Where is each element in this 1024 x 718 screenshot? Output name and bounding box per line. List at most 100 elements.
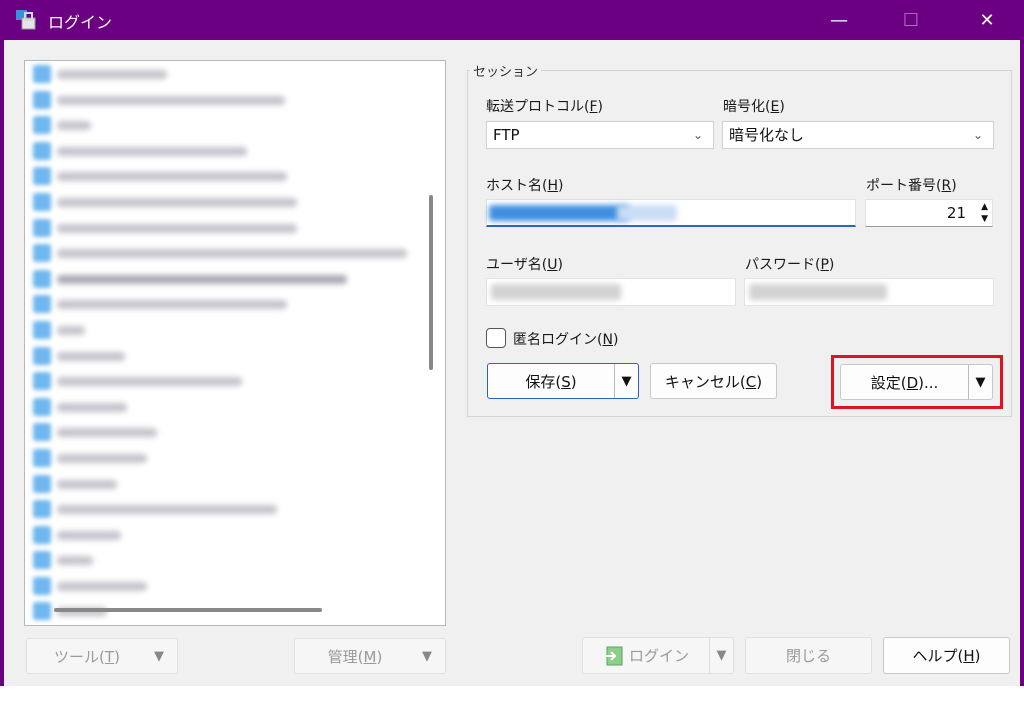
anonymous-login-checkbox[interactable] (486, 328, 506, 348)
tree-item[interactable] (25, 163, 445, 189)
tree-item[interactable] (25, 522, 445, 548)
tree-item[interactable] (25, 138, 445, 164)
anonymous-login-label[interactable]: 匿名ログイン(N) (513, 329, 618, 349)
username-input[interactable] (486, 278, 736, 306)
tree-item[interactable] (25, 419, 445, 445)
dropdown-arrow-icon: ▼ (709, 638, 733, 673)
tree-item[interactable] (25, 240, 445, 266)
tree-item[interactable] (25, 573, 445, 599)
tree-item[interactable] (25, 394, 445, 420)
maximize-button: ☐ (888, 0, 934, 40)
tree-item[interactable] (25, 61, 445, 87)
tree-horizontal-scrollbar[interactable] (54, 608, 322, 612)
save-label-text: 保存( (525, 372, 562, 391)
tree-item[interactable] (25, 112, 445, 138)
manage-label-text: 管理( (327, 647, 364, 666)
blurred-site-name (57, 223, 297, 233)
minimize-icon: — (830, 9, 848, 31)
username-label-text: ユーザ名( (486, 257, 548, 273)
site-icon (33, 423, 51, 442)
cancel-button[interactable]: キャンセル(C) (650, 363, 777, 399)
tree-item-selected[interactable] (25, 266, 445, 292)
cancel-label: キャンセル(C) (665, 371, 762, 392)
help-label-text: ヘルプ( (912, 647, 964, 665)
site-tree[interactable] (24, 60, 446, 626)
title-bar[interactable]: ログイン — ☐ ✕ (0, 0, 1024, 40)
help-label-close: ) (974, 647, 981, 665)
login-label: ログイン (628, 647, 689, 665)
tree-item[interactable] (25, 445, 445, 471)
blurred-site-name (57, 402, 127, 412)
tree-item[interactable] (25, 87, 445, 113)
tree-item[interactable] (25, 471, 445, 497)
save-label-close: ) (570, 372, 577, 391)
login-button: ログイン ▼ (582, 637, 734, 674)
anonymous-login-close: ) (612, 332, 619, 348)
tree-item[interactable] (25, 368, 445, 394)
site-icon (33, 474, 51, 493)
site-icon (33, 448, 51, 467)
blurred-site-name (57, 146, 247, 156)
password-label-text: パスワード( (745, 257, 821, 273)
port-spinner[interactable]: 21 ▲ ▼ (865, 199, 993, 227)
encryption-value: 暗号化なし (729, 126, 805, 144)
blurred-site-name (57, 172, 287, 182)
spin-up-icon[interactable]: ▲ (981, 202, 988, 212)
anonymous-login-key: N (602, 332, 613, 348)
save-label: 保存(S) (525, 371, 576, 392)
blurred-site-name (57, 351, 125, 361)
close-icon: ✕ (979, 9, 995, 31)
tree-item[interactable] (25, 547, 445, 573)
site-icon (33, 90, 51, 109)
blurred-site-name (57, 197, 297, 207)
manage-label-key: M (363, 647, 377, 666)
login-icon (603, 646, 623, 665)
site-icon (33, 141, 51, 160)
help-label-key: H (963, 647, 975, 665)
dropdown-arrow-icon[interactable]: ▼ (614, 364, 638, 398)
manage-button[interactable]: 管理(M) ▼ (294, 638, 446, 674)
blurred-site-name (57, 479, 117, 489)
manage-label-close: ) (376, 647, 383, 666)
close-label: 閉じる (785, 647, 831, 665)
blurred-host-value (617, 205, 677, 221)
username-label-key: U (547, 257, 558, 273)
port-label-key: R (941, 178, 952, 194)
tools-button[interactable]: ツール(T) ▼ (26, 638, 178, 674)
port-label-text: ポート番号( (866, 178, 942, 194)
tree-item[interactable] (25, 496, 445, 522)
password-input[interactable] (744, 278, 994, 306)
dropdown-arrow-icon: ▼ (422, 648, 432, 664)
blurred-site-name (57, 505, 277, 515)
tree-item[interactable] (25, 215, 445, 241)
tree-item[interactable] (25, 343, 445, 369)
help-button[interactable]: ヘルプ(H) (883, 637, 1010, 674)
help-label: ヘルプ(H) (913, 645, 981, 666)
spin-down-icon[interactable]: ▼ (981, 214, 988, 224)
minimize-button[interactable]: — (816, 0, 862, 40)
blurred-site-name (57, 300, 287, 310)
site-icon (33, 320, 51, 339)
port-label: ポート番号(R) (866, 175, 957, 195)
cancel-label-close: ) (756, 372, 763, 391)
blurred-username-value (491, 284, 621, 300)
blurred-password-value (749, 284, 887, 300)
host-input[interactable] (486, 199, 856, 227)
tree-item[interactable] (25, 291, 445, 317)
protocol-label-key: F (589, 99, 598, 115)
tree-item[interactable] (25, 189, 445, 215)
site-icon (33, 500, 51, 519)
tree-vertical-scrollbar[interactable] (429, 195, 433, 370)
close-window-button[interactable]: ✕ (964, 0, 1010, 40)
protocol-select[interactable]: FTP ⌄ (486, 121, 714, 149)
save-button[interactable]: 保存(S) ▼ (487, 363, 639, 399)
session-group-label: セッション (470, 61, 542, 80)
tree-item[interactable] (25, 317, 445, 343)
site-icon (33, 65, 51, 83)
blurred-site-name (57, 274, 347, 284)
maximize-icon: ☐ (902, 9, 920, 31)
chevron-down-icon: ⌄ (972, 128, 983, 142)
protocol-value: FTP (493, 126, 520, 144)
encryption-select[interactable]: 暗号化なし ⌄ (722, 121, 994, 149)
site-icon (33, 602, 51, 621)
